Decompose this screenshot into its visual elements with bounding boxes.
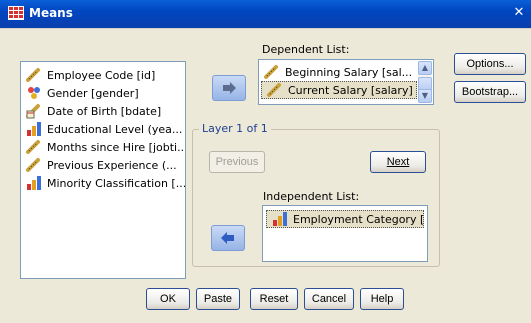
move-to-independent-button[interactable] xyxy=(211,225,245,251)
list-item[interactable]: Gender [gender] xyxy=(21,84,185,102)
ruler-icon xyxy=(267,83,281,97)
list-item-selected[interactable]: Current Salary [salary] xyxy=(261,81,417,99)
options-button[interactable]: Options... xyxy=(454,53,526,75)
independent-list-label: Independent List: xyxy=(263,190,360,203)
list-item-label: Current Salary [salary] xyxy=(288,83,413,97)
ordinal-icon xyxy=(273,212,287,226)
ruler-icon xyxy=(26,158,40,172)
list-item-label: Previous Experience (... xyxy=(47,158,177,172)
ordinal-icon xyxy=(27,176,41,190)
move-to-dependent-button[interactable] xyxy=(212,75,246,101)
ordinal-icon xyxy=(27,122,41,136)
list-item-label: Educational Level (yea... xyxy=(47,122,183,136)
bootstrap-button[interactable]: Bootstrap... xyxy=(454,81,526,103)
independent-list[interactable]: Employment Category [... xyxy=(262,205,428,262)
list-item-label: Beginning Salary [sal... xyxy=(285,65,413,79)
title-bar: Means ✕ xyxy=(0,0,531,28)
list-item[interactable]: Months since Hire [jobti... xyxy=(21,138,185,156)
list-item[interactable]: Employee Code [id] xyxy=(21,66,185,84)
close-icon[interactable]: ✕ xyxy=(509,3,529,23)
scroll-down-icon[interactable]: ▼ xyxy=(418,89,432,103)
list-item-label: Months since Hire [jobti... xyxy=(47,140,185,154)
source-variable-list[interactable]: Employee Code [id] Gender [gender] Date … xyxy=(20,61,186,279)
reset-button[interactable]: Reset xyxy=(250,288,298,310)
help-button[interactable]: Help xyxy=(360,288,404,310)
cancel-button[interactable]: Cancel xyxy=(304,288,354,310)
list-item-selected[interactable]: Employment Category [... xyxy=(266,210,424,228)
dialog-body: Employee Code [id] Gender [gender] Date … xyxy=(0,28,531,323)
ruler-icon xyxy=(26,140,40,154)
list-item[interactable]: Previous Experience (... xyxy=(21,156,185,174)
arrow-right-icon xyxy=(223,82,236,94)
list-item-label: Minority Classification [... xyxy=(47,176,185,190)
ruler-icon xyxy=(26,68,40,82)
list-item-label: Date of Birth [bdate] xyxy=(47,104,162,118)
list-item[interactable]: Beginning Salary [sal... xyxy=(259,63,419,81)
window-title: Means xyxy=(29,6,73,20)
next-button[interactable]: Next xyxy=(370,151,426,173)
dependent-scrollbar[interactable]: ▲ ▼ xyxy=(418,61,432,103)
spss-grid-icon xyxy=(8,6,24,20)
list-item-label: Employment Category [... xyxy=(293,212,424,226)
layer-title: Layer 1 of 1 xyxy=(199,122,271,135)
list-item[interactable]: Date of Birth [bdate] xyxy=(21,102,185,120)
dependent-list-label: Dependent List: xyxy=(262,43,350,56)
ok-button[interactable]: OK xyxy=(146,288,190,310)
dependent-list[interactable]: Beginning Salary [sal... Current Salary … xyxy=(258,59,434,105)
list-item[interactable]: Educational Level (yea... xyxy=(21,120,185,138)
date-icon xyxy=(26,104,40,119)
nominal-icon xyxy=(28,87,40,99)
list-item-label: Employee Code [id] xyxy=(47,68,156,82)
list-item-label: Gender [gender] xyxy=(47,86,139,100)
list-item[interactable]: Minority Classification [... xyxy=(21,174,185,192)
previous-button[interactable]: Previous xyxy=(209,151,265,173)
ruler-icon xyxy=(264,65,278,79)
scroll-up-icon[interactable]: ▲ xyxy=(418,61,432,75)
arrow-left-icon xyxy=(221,232,234,244)
paste-button[interactable]: Paste xyxy=(196,288,240,310)
